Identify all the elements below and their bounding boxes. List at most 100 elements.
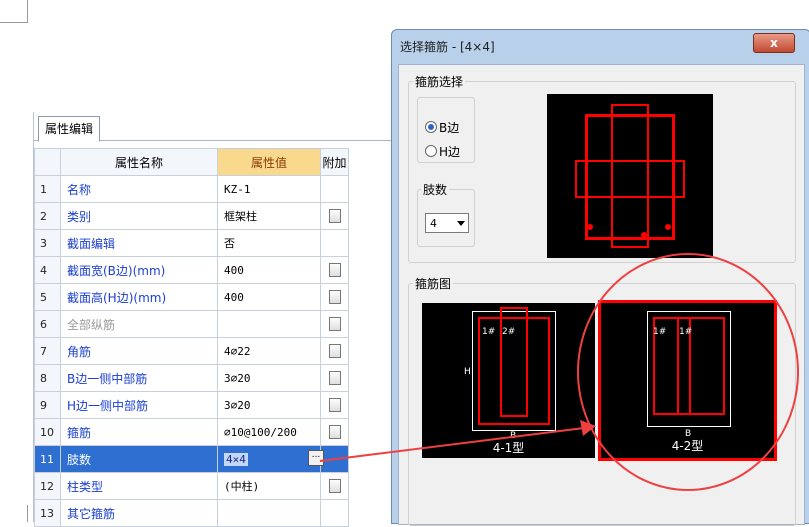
column-header-name[interactable]: 属性名称: [60, 148, 218, 176]
property-value[interactable]: 4⌀22: [217, 337, 321, 365]
column-header-value[interactable]: 属性值: [217, 148, 321, 176]
extra-cell: [320, 229, 349, 257]
extra-checkbox[interactable]: [328, 371, 341, 386]
extra-checkbox[interactable]: [328, 290, 341, 305]
row-number: 13: [34, 499, 61, 527]
type1-inner-stirrup: [500, 307, 528, 417]
extra-checkbox[interactable]: [328, 209, 341, 224]
property-name[interactable]: 截面高(H边)(mm): [60, 283, 218, 311]
extra-cell: [320, 472, 349, 500]
table-row[interactable]: 5 截面高(H边)(mm) 400: [34, 283, 349, 311]
property-name[interactable]: 截面宽(B边)(mm): [60, 256, 218, 284]
limbs-label: 肢数: [421, 181, 450, 198]
radio-b-side[interactable]: B边: [425, 119, 459, 136]
property-value[interactable]: ⌀10@100/200: [217, 418, 321, 446]
extra-checkbox[interactable]: [328, 317, 341, 332]
extra-checkbox[interactable]: [328, 479, 341, 494]
extra-cell: [320, 418, 349, 446]
stirrup-preview: [547, 94, 713, 258]
type1-label: 4-1型: [492, 441, 525, 455]
property-name[interactable]: 箍筋: [60, 418, 218, 446]
extra-cell: [320, 337, 349, 365]
more-button[interactable]: ...: [308, 450, 324, 466]
property-name[interactable]: 名称: [60, 175, 218, 203]
column-header-extra[interactable]: 附加: [320, 148, 349, 176]
property-value[interactable]: 框架柱: [217, 202, 321, 230]
row-number: 1: [34, 175, 61, 203]
property-value[interactable]: 400: [217, 283, 321, 311]
type1-tag-2: 2#: [502, 327, 516, 337]
close-button[interactable]: x: [753, 33, 795, 53]
extra-checkbox[interactable]: [328, 425, 341, 440]
table-row[interactable]: 12 柱类型 (中柱): [34, 472, 349, 500]
row-number: 3: [34, 229, 61, 257]
property-name[interactable]: H边一侧中部筋: [60, 391, 218, 419]
preview-rebar-dot: [665, 224, 671, 230]
doc-margin-mark: [0, 22, 28, 23]
property-value-editor[interactable]: 4×4: [224, 452, 248, 466]
table-row[interactable]: 2 类别 框架柱: [34, 202, 349, 230]
extra-cell: [320, 310, 349, 338]
extra-cell: [320, 202, 349, 230]
stirrup-type-4-1[interactable]: 1# 2# H B 4-1型: [422, 303, 595, 458]
radio-h-side[interactable]: H边: [425, 143, 460, 160]
table-row[interactable]: 3 截面编辑否: [34, 229, 349, 257]
row-number: 7: [34, 337, 61, 365]
row-number: 4: [34, 256, 61, 284]
table-row[interactable]: 8 B边一侧中部筋 3⌀20: [34, 364, 349, 392]
row-number: 8: [34, 364, 61, 392]
extra-checkbox[interactable]: [328, 398, 341, 413]
extra-checkbox[interactable]: [328, 263, 341, 278]
extra-cell: [320, 499, 349, 527]
doc-margin-mark: [27, 0, 28, 22]
property-value[interactable]: (中柱): [217, 472, 321, 500]
row-number: 11: [34, 445, 61, 473]
table-row[interactable]: 1 名称 KZ-1: [34, 175, 349, 203]
property-value[interactable]: [217, 499, 321, 527]
row-number: 10: [34, 418, 61, 446]
stirrup-diagram-label: 箍筋图: [413, 275, 454, 292]
radio-h-indicator[interactable]: [425, 145, 437, 157]
stirrup-select-label: 箍筋选择: [413, 73, 466, 90]
property-value[interactable]: 否: [217, 229, 321, 257]
property-editor-panel: 属性编辑 属性名称 属性值 附加 1 名称 KZ-1 2 类别 框架柱 3 截面编辑否 4 截面宽…: [33, 112, 394, 527]
radio-h-label: H边: [439, 145, 461, 159]
preview-rebar-dot: [641, 232, 647, 238]
property-name[interactable]: 其它箍筋: [60, 499, 218, 527]
property-name[interactable]: 柱类型: [60, 472, 218, 500]
property-tab-bar: 属性编辑: [34, 112, 394, 142]
limbs-select[interactable]: 4: [425, 213, 469, 233]
type1-dim-h: H: [464, 367, 471, 377]
preview-rebar-dot: [587, 224, 593, 230]
radio-b-indicator[interactable]: [425, 121, 437, 133]
table-row[interactable]: 7 角筋 4⌀22: [34, 337, 349, 365]
property-grid: 属性名称 属性值 附加 1 名称 KZ-1 2 类别 框架柱 3 截面编辑否 4 截面宽(B边)(…: [34, 148, 349, 527]
property-name[interactable]: 类别: [60, 202, 218, 230]
stirrup-type-4-2[interactable]: 1# 1# B 4-2型: [601, 303, 774, 458]
extra-cell: [320, 364, 349, 392]
table-row[interactable]: 9 H边一侧中部筋 3⌀20: [34, 391, 349, 419]
property-value[interactable]: 3⌀20: [217, 391, 321, 419]
select-stirrup-dialog: 选择箍筋 - [4×4] x 箍筋选择 B边 H边 肢数 4 箍筋图 1# 2#…: [391, 29, 809, 526]
tab-property-edit[interactable]: 属性编辑: [38, 116, 101, 142]
property-name[interactable]: 截面编辑: [60, 229, 218, 257]
property-value[interactable]: [217, 310, 321, 338]
property-name[interactable]: 肢数: [60, 445, 218, 473]
extra-cell: [320, 175, 349, 203]
table-row[interactable]: 10 箍筋 ⌀10@100/200: [34, 418, 349, 446]
extra-checkbox[interactable]: [328, 344, 341, 359]
type2-label: 4-2型: [671, 439, 704, 453]
table-row[interactable]: 4 截面宽(B边)(mm) 400: [34, 256, 349, 284]
property-name[interactable]: 角筋: [60, 337, 218, 365]
extra-cell: [320, 391, 349, 419]
property-value[interactable]: 400: [217, 256, 321, 284]
table-row[interactable]: 13 其它箍筋: [34, 499, 349, 527]
property-name[interactable]: B边一侧中部筋: [60, 364, 218, 392]
table-row[interactable]: 11 肢数 4×4: [34, 445, 349, 473]
property-name[interactable]: 全部纵筋: [60, 310, 218, 338]
grid-corner: [34, 148, 61, 176]
table-row[interactable]: 6 全部纵筋: [34, 310, 349, 338]
property-value[interactable]: 4×4: [217, 445, 321, 473]
property-value[interactable]: KZ-1: [217, 175, 321, 203]
property-value[interactable]: 3⌀20: [217, 364, 321, 392]
